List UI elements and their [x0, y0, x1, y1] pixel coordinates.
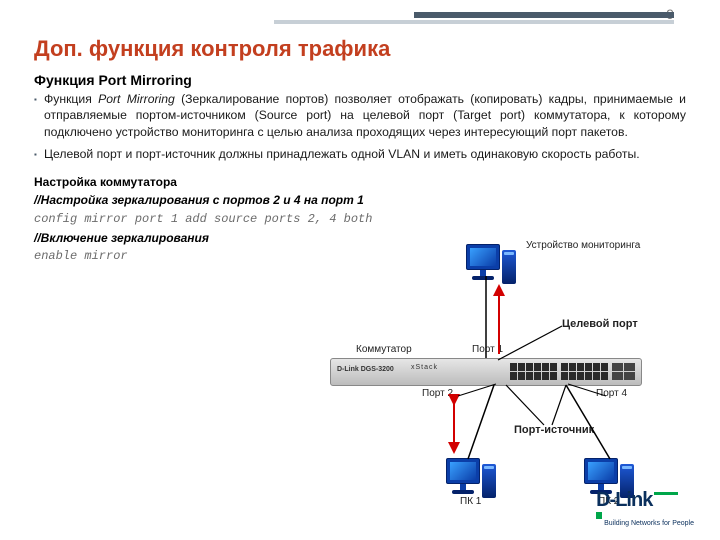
paragraph-1: Функция Port Mirroring (Зеркалирование п… [34, 91, 686, 140]
line-target [496, 326, 566, 362]
cable-monitor [484, 276, 494, 358]
paragraph-2: Целевой порт и порт-источник должны прин… [34, 146, 686, 162]
p1-term: Port Mirroring [98, 92, 175, 106]
config-title: Настройка коммутатора [34, 173, 686, 192]
slide: 9 Доп. функция контроля трафика Функция … [0, 0, 720, 540]
config-comment-1: //Настройка зеркалирования с портов 2 и … [34, 191, 686, 210]
decor-bar-dark [414, 12, 674, 18]
section-subtitle: Функция Port Mirroring [34, 72, 686, 88]
switch-brand: D-Link DGS-3200 [337, 366, 394, 373]
line-port2-label [456, 384, 500, 398]
switch-model: xStack [411, 364, 438, 371]
pc1-icon [446, 458, 480, 494]
arrow-pc1-both [446, 394, 462, 454]
network-diagram: Устройство мониторинга ПК 1 ПК 2 D-Link … [326, 230, 706, 530]
line-port4-label [566, 384, 610, 398]
logo-tagline: Building Networks for People [604, 520, 694, 527]
label-monitor-device: Устройство мониторинга [526, 240, 640, 251]
label-switch: Коммутатор [356, 344, 412, 355]
logo-text: D-Link [596, 489, 652, 511]
line-source-1 [504, 385, 554, 427]
label-pc1: ПК 1 [460, 496, 481, 507]
switch-ports [510, 363, 635, 380]
config-command-1: config mirror port 1 add source ports 2,… [34, 210, 686, 229]
label-target-port: Целевой порт [562, 318, 638, 330]
switch-icon: D-Link DGS-3200 xStack [330, 358, 642, 386]
p1-lead: Функция [44, 92, 98, 106]
dlink-logo: D-Link Building Networks for People [596, 489, 694, 530]
monitor-pc-icon [466, 244, 500, 280]
slide-title: Доп. функция контроля трафика [34, 36, 686, 62]
decor-bar-light [274, 20, 674, 24]
